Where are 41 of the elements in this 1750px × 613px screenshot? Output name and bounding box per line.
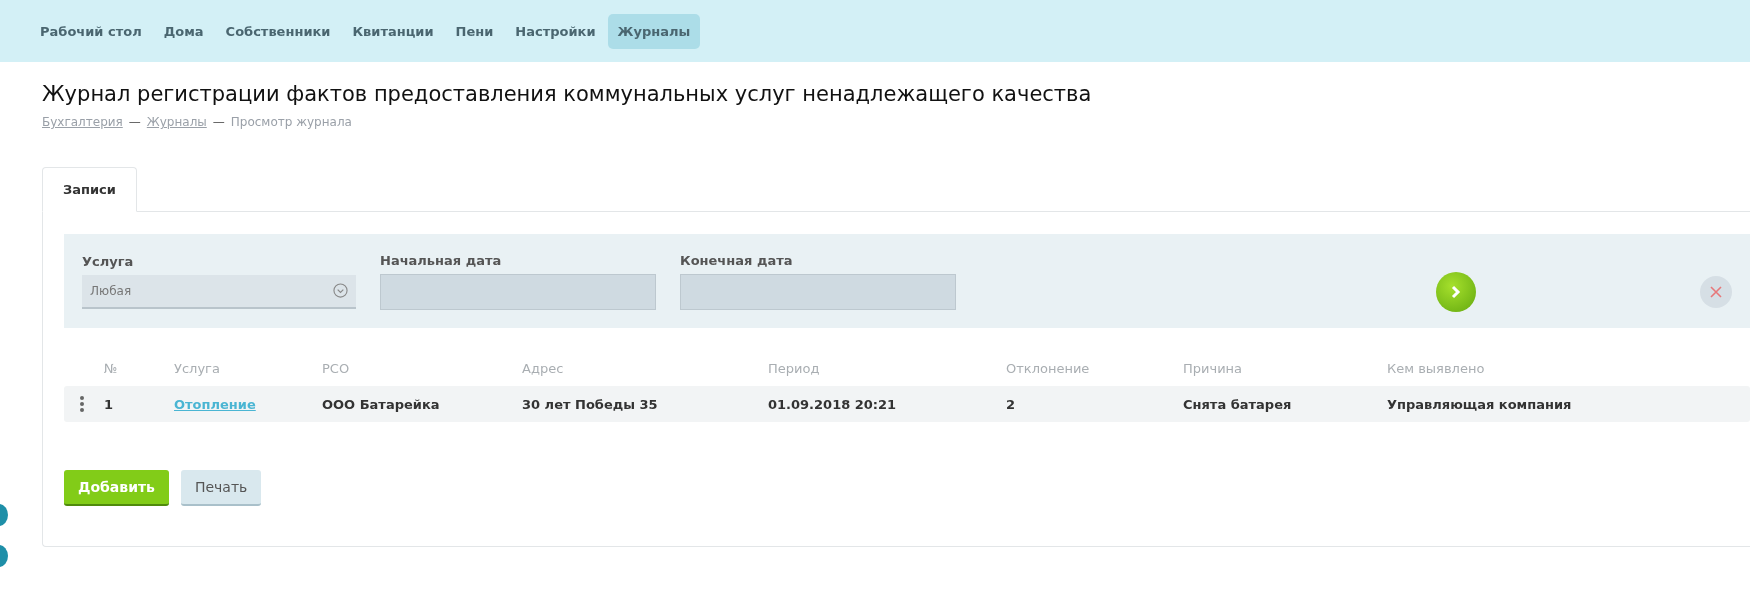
chevron-down-icon xyxy=(333,283,348,298)
table-cell-text: ООО Батарейка xyxy=(322,396,441,412)
table-cell-text: 1 xyxy=(104,396,115,412)
breadcrumb-separator: — xyxy=(128,115,141,129)
tab[interactable]: Записи xyxy=(42,167,137,212)
clear-button[interactable] xyxy=(1700,276,1732,308)
column-header: Период xyxy=(768,360,821,376)
page-title: Журнал регистрации фактов предоставления коммунальных услуг ненадлежащего качества xyxy=(42,82,1093,106)
nav-item[interactable]: Дома xyxy=(153,13,214,49)
column-header: № xyxy=(104,360,119,376)
nav-item[interactable]: Журналы xyxy=(607,13,701,49)
page-location-text: Просмотр журнала xyxy=(230,115,352,129)
nav-item[interactable]: Рабочий стол xyxy=(30,13,152,49)
nav-item[interactable]: Настройки xyxy=(505,13,606,49)
filter-label: Услуга xyxy=(82,253,135,269)
column-header: Причина xyxy=(1183,360,1244,376)
table-cell-text: Управляющая компания xyxy=(1387,396,1573,412)
date-field[interactable] xyxy=(380,273,656,310)
print-button[interactable]: Печать xyxy=(180,470,262,506)
apply-button[interactable] xyxy=(1436,272,1476,312)
table-cell-text: 30 лет Победы 35 xyxy=(522,396,659,412)
chevron-right-icon xyxy=(1450,285,1462,299)
column-header: Отклонение xyxy=(1006,360,1091,376)
table-cell-text: 2 xyxy=(1006,396,1017,412)
column-header: Услуга xyxy=(174,360,221,376)
breadcrumb-link[interactable]: Журналы xyxy=(146,115,207,129)
nav-item[interactable]: Пени xyxy=(445,13,504,49)
breadcrumb-separator: — xyxy=(212,115,225,129)
column-header: РСО xyxy=(322,360,351,376)
nav-item[interactable]: Квитанции xyxy=(342,13,444,49)
close-icon xyxy=(1710,286,1722,298)
table-cell-text: Снята батарея xyxy=(1183,396,1293,412)
nav-item[interactable]: Собственники xyxy=(215,13,341,49)
select-field[interactable]: Любая xyxy=(82,274,356,309)
column-header: Адрес xyxy=(522,360,565,376)
column-header: Кем выявлено xyxy=(1387,360,1486,376)
filter-label: Конечная дата xyxy=(680,252,794,268)
filter-label: Начальная дата xyxy=(380,252,503,268)
date-field[interactable] xyxy=(680,273,956,310)
table-cell-text: 01.09.2018 20:21 xyxy=(768,396,898,412)
breadcrumb-link[interactable]: Бухгалтерия xyxy=(42,115,123,129)
